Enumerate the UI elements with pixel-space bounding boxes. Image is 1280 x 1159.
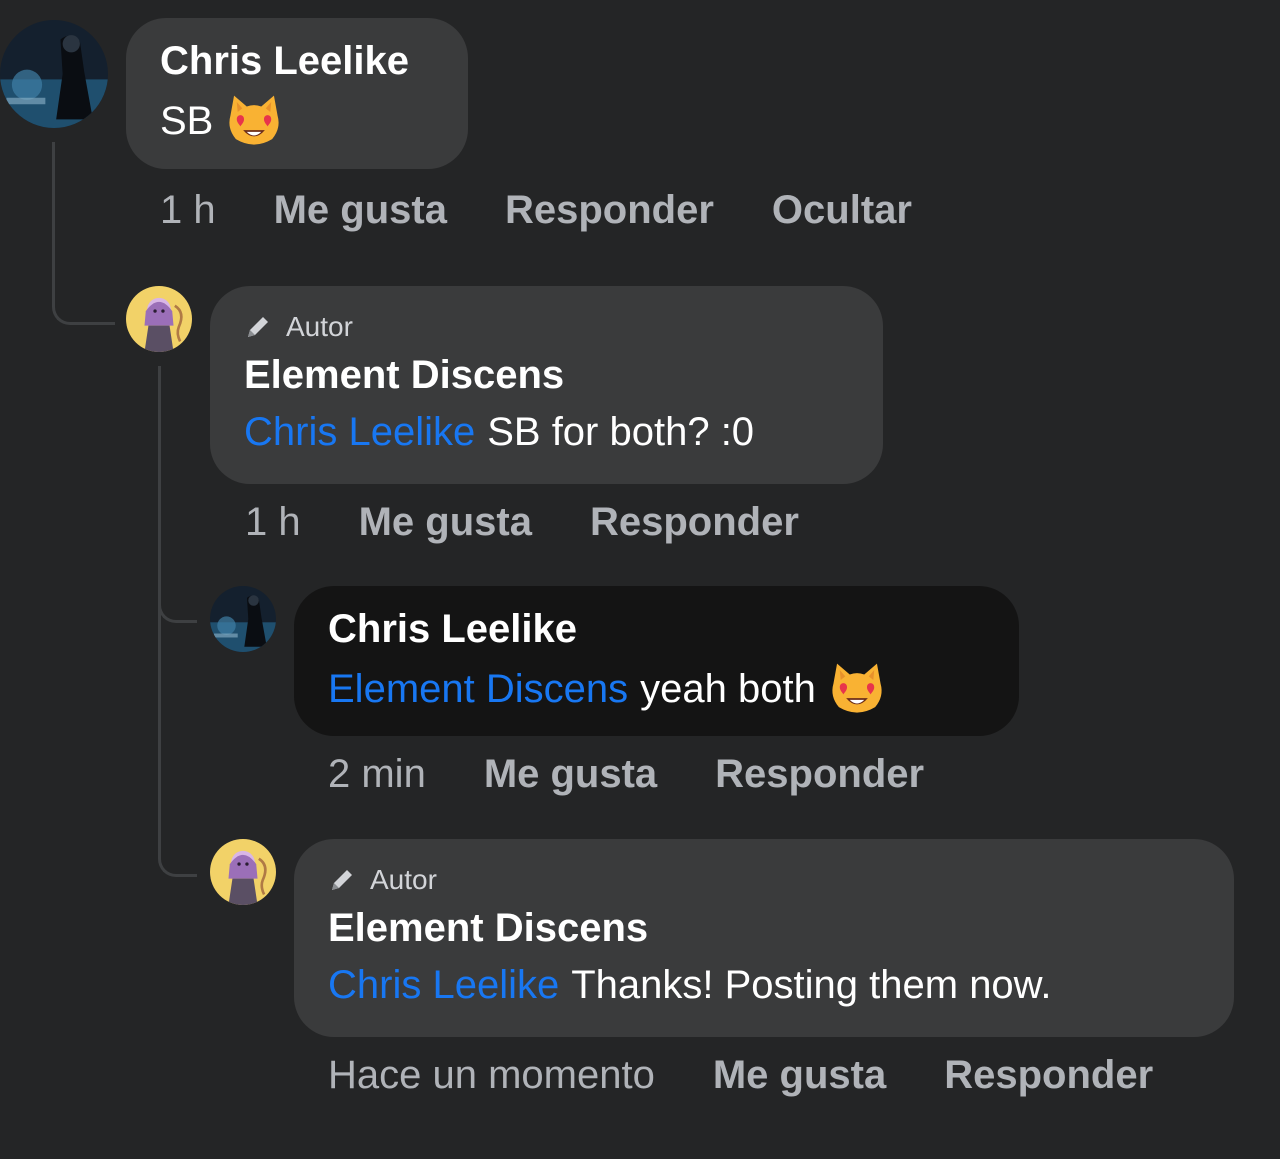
comment-author[interactable]: Chris Leelike bbox=[328, 604, 1019, 654]
author-badge: Autor bbox=[244, 310, 883, 344]
comment-bubble: Autor Element Discens Chris Leelike SB f… bbox=[210, 286, 883, 484]
comment-author[interactable]: Chris Leelike bbox=[160, 36, 468, 86]
like-button[interactable]: Me gusta bbox=[274, 188, 447, 233]
comment-bubble: Chris Leelike SB bbox=[126, 18, 468, 169]
pencil-icon bbox=[332, 870, 352, 890]
comment-author[interactable]: Element Discens bbox=[244, 350, 883, 400]
thread-connector bbox=[158, 366, 197, 623]
comment-bubble-highlighted: Chris Leelike Element Discens yeah both bbox=[294, 586, 1019, 736]
reply-button[interactable]: Responder bbox=[505, 188, 714, 233]
comment-body: yeah both bbox=[640, 667, 816, 711]
comment-timestamp[interactable]: 1 h bbox=[245, 500, 301, 545]
comment-timestamp[interactable]: 1 h bbox=[160, 188, 216, 233]
hide-button[interactable]: Ocultar bbox=[772, 188, 912, 233]
mention-link[interactable]: Element Discens bbox=[328, 661, 628, 717]
thread-connector bbox=[52, 142, 115, 325]
comment-actions: 1 h Me gusta Responder bbox=[245, 500, 799, 545]
avatar[interactable] bbox=[210, 586, 276, 652]
comment-body: Thanks! Posting them now. bbox=[571, 963, 1052, 1007]
comment-text: Chris Leelike Thanks! Posting them now. bbox=[328, 957, 1234, 1013]
avatar[interactable] bbox=[210, 839, 276, 905]
comment-text: Chris Leelike SB for both? :0 bbox=[244, 404, 883, 460]
reply-button[interactable]: Responder bbox=[944, 1053, 1153, 1098]
avatar-image bbox=[210, 839, 276, 905]
comment-actions: 1 h Me gusta Responder Ocultar bbox=[160, 188, 912, 233]
comment-author[interactable]: Element Discens bbox=[328, 903, 1234, 953]
avatar-image bbox=[210, 586, 276, 652]
avatar-image bbox=[126, 286, 192, 352]
comment-body: SB for both? :0 bbox=[487, 410, 755, 454]
comment-actions: 2 min Me gusta Responder bbox=[328, 752, 924, 797]
smiling-cat-heart-eyes-icon bbox=[832, 663, 882, 713]
mention-link[interactable]: Chris Leelike bbox=[328, 957, 559, 1013]
author-badge: Autor bbox=[328, 863, 1234, 897]
avatar[interactable] bbox=[0, 20, 108, 128]
thread-connector bbox=[158, 600, 197, 877]
like-button[interactable]: Me gusta bbox=[484, 752, 657, 797]
author-badge-label: Autor bbox=[370, 864, 437, 895]
comment-text: SB bbox=[160, 92, 468, 150]
comment-timestamp[interactable]: 2 min bbox=[328, 752, 426, 797]
comment-actions: Hace un momento Me gusta Responder bbox=[328, 1053, 1153, 1098]
like-button[interactable]: Me gusta bbox=[713, 1053, 886, 1098]
comment-bubble: Autor Element Discens Chris Leelike Than… bbox=[294, 839, 1234, 1037]
mention-link[interactable]: Chris Leelike bbox=[244, 404, 475, 460]
like-button[interactable]: Me gusta bbox=[359, 500, 532, 545]
author-badge-label: Autor bbox=[286, 311, 353, 342]
smiling-cat-heart-eyes-icon bbox=[229, 95, 279, 145]
comment-text: Element Discens yeah both bbox=[328, 660, 1019, 718]
reply-button[interactable]: Responder bbox=[590, 500, 799, 545]
comment-body: SB bbox=[160, 99, 214, 143]
avatar[interactable] bbox=[126, 286, 192, 352]
comment-timestamp[interactable]: Hace un momento bbox=[328, 1053, 655, 1098]
avatar-image bbox=[0, 20, 108, 128]
pencil-icon bbox=[248, 317, 268, 337]
reply-button[interactable]: Responder bbox=[715, 752, 924, 797]
